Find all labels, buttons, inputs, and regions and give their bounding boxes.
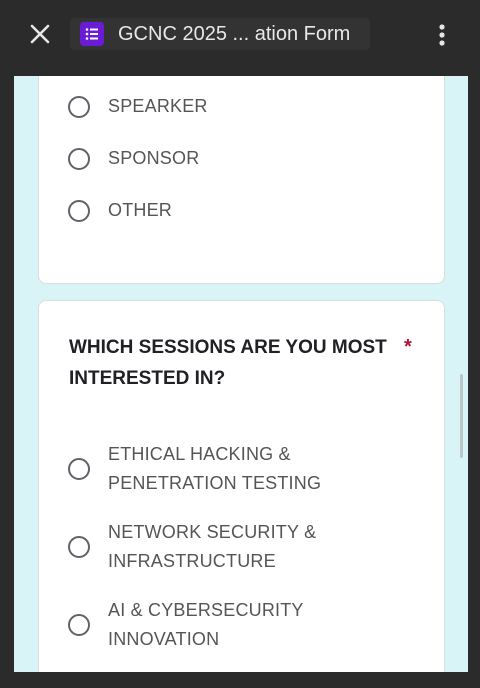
more-vert-icon	[439, 24, 445, 46]
session-option-network-security[interactable]: NETWORK SECURITY & INFRASTRUCTURE	[68, 518, 428, 576]
option-label: AI & CYBERSECURITY INNOVATION	[108, 596, 304, 654]
required-asterisk: *	[404, 336, 412, 358]
scrollbar-thumb[interactable]	[460, 374, 463, 458]
session-option-ai-cybersecurity[interactable]: AI & CYBERSECURITY INNOVATION	[68, 596, 428, 654]
option-label-line: NETWORK SECURITY &	[108, 522, 317, 542]
radio-button[interactable]	[68, 536, 90, 558]
close-button[interactable]	[22, 16, 58, 52]
radio-button[interactable]	[68, 199, 90, 222]
role-option-sponsor[interactable]: SPONSOR	[68, 144, 428, 173]
page-title: GCNC 2025 ... ation Form	[118, 23, 351, 45]
option-label: NETWORK SECURITY & INFRASTRUCTURE	[108, 518, 316, 576]
close-icon	[30, 24, 50, 44]
role-option-speaker[interactable]: SPEARKER	[68, 92, 428, 121]
option-label-line: AI & CYBERSECURITY	[108, 600, 304, 620]
session-option-ethical-hacking[interactable]: ETHICAL HACKING & PENETRATION TESTING	[68, 440, 428, 498]
more-options-button[interactable]	[428, 18, 456, 52]
option-label: OTHER	[108, 200, 172, 220]
app-bar: GCNC 2025 ... ation Form	[0, 0, 480, 76]
forms-list-icon	[80, 22, 104, 46]
option-label: SPEARKER	[108, 96, 208, 116]
option-label: ETHICAL HACKING & PENETRATION TESTING	[108, 440, 321, 498]
form-scroll-area[interactable]: SPEARKER SPONSOR OTHER WHICH SESSIONS AR…	[14, 76, 468, 672]
bottom-system-bar	[0, 672, 480, 688]
radio-button[interactable]	[68, 614, 90, 636]
radio-button[interactable]	[68, 147, 90, 170]
option-label-line: INFRASTRUCTURE	[108, 551, 276, 571]
option-label-line: INNOVATION	[108, 629, 220, 649]
option-label-line: ETHICAL HACKING &	[108, 444, 291, 464]
question-title: WHICH SESSIONS ARE YOU MOST INTERESTED I…	[69, 337, 387, 389]
option-label: SPONSOR	[108, 148, 200, 168]
role-option-other[interactable]: OTHER	[68, 196, 428, 225]
radio-button[interactable]	[68, 95, 90, 118]
radio-button[interactable]	[68, 458, 90, 480]
option-label-line: PENETRATION TESTING	[108, 473, 322, 493]
